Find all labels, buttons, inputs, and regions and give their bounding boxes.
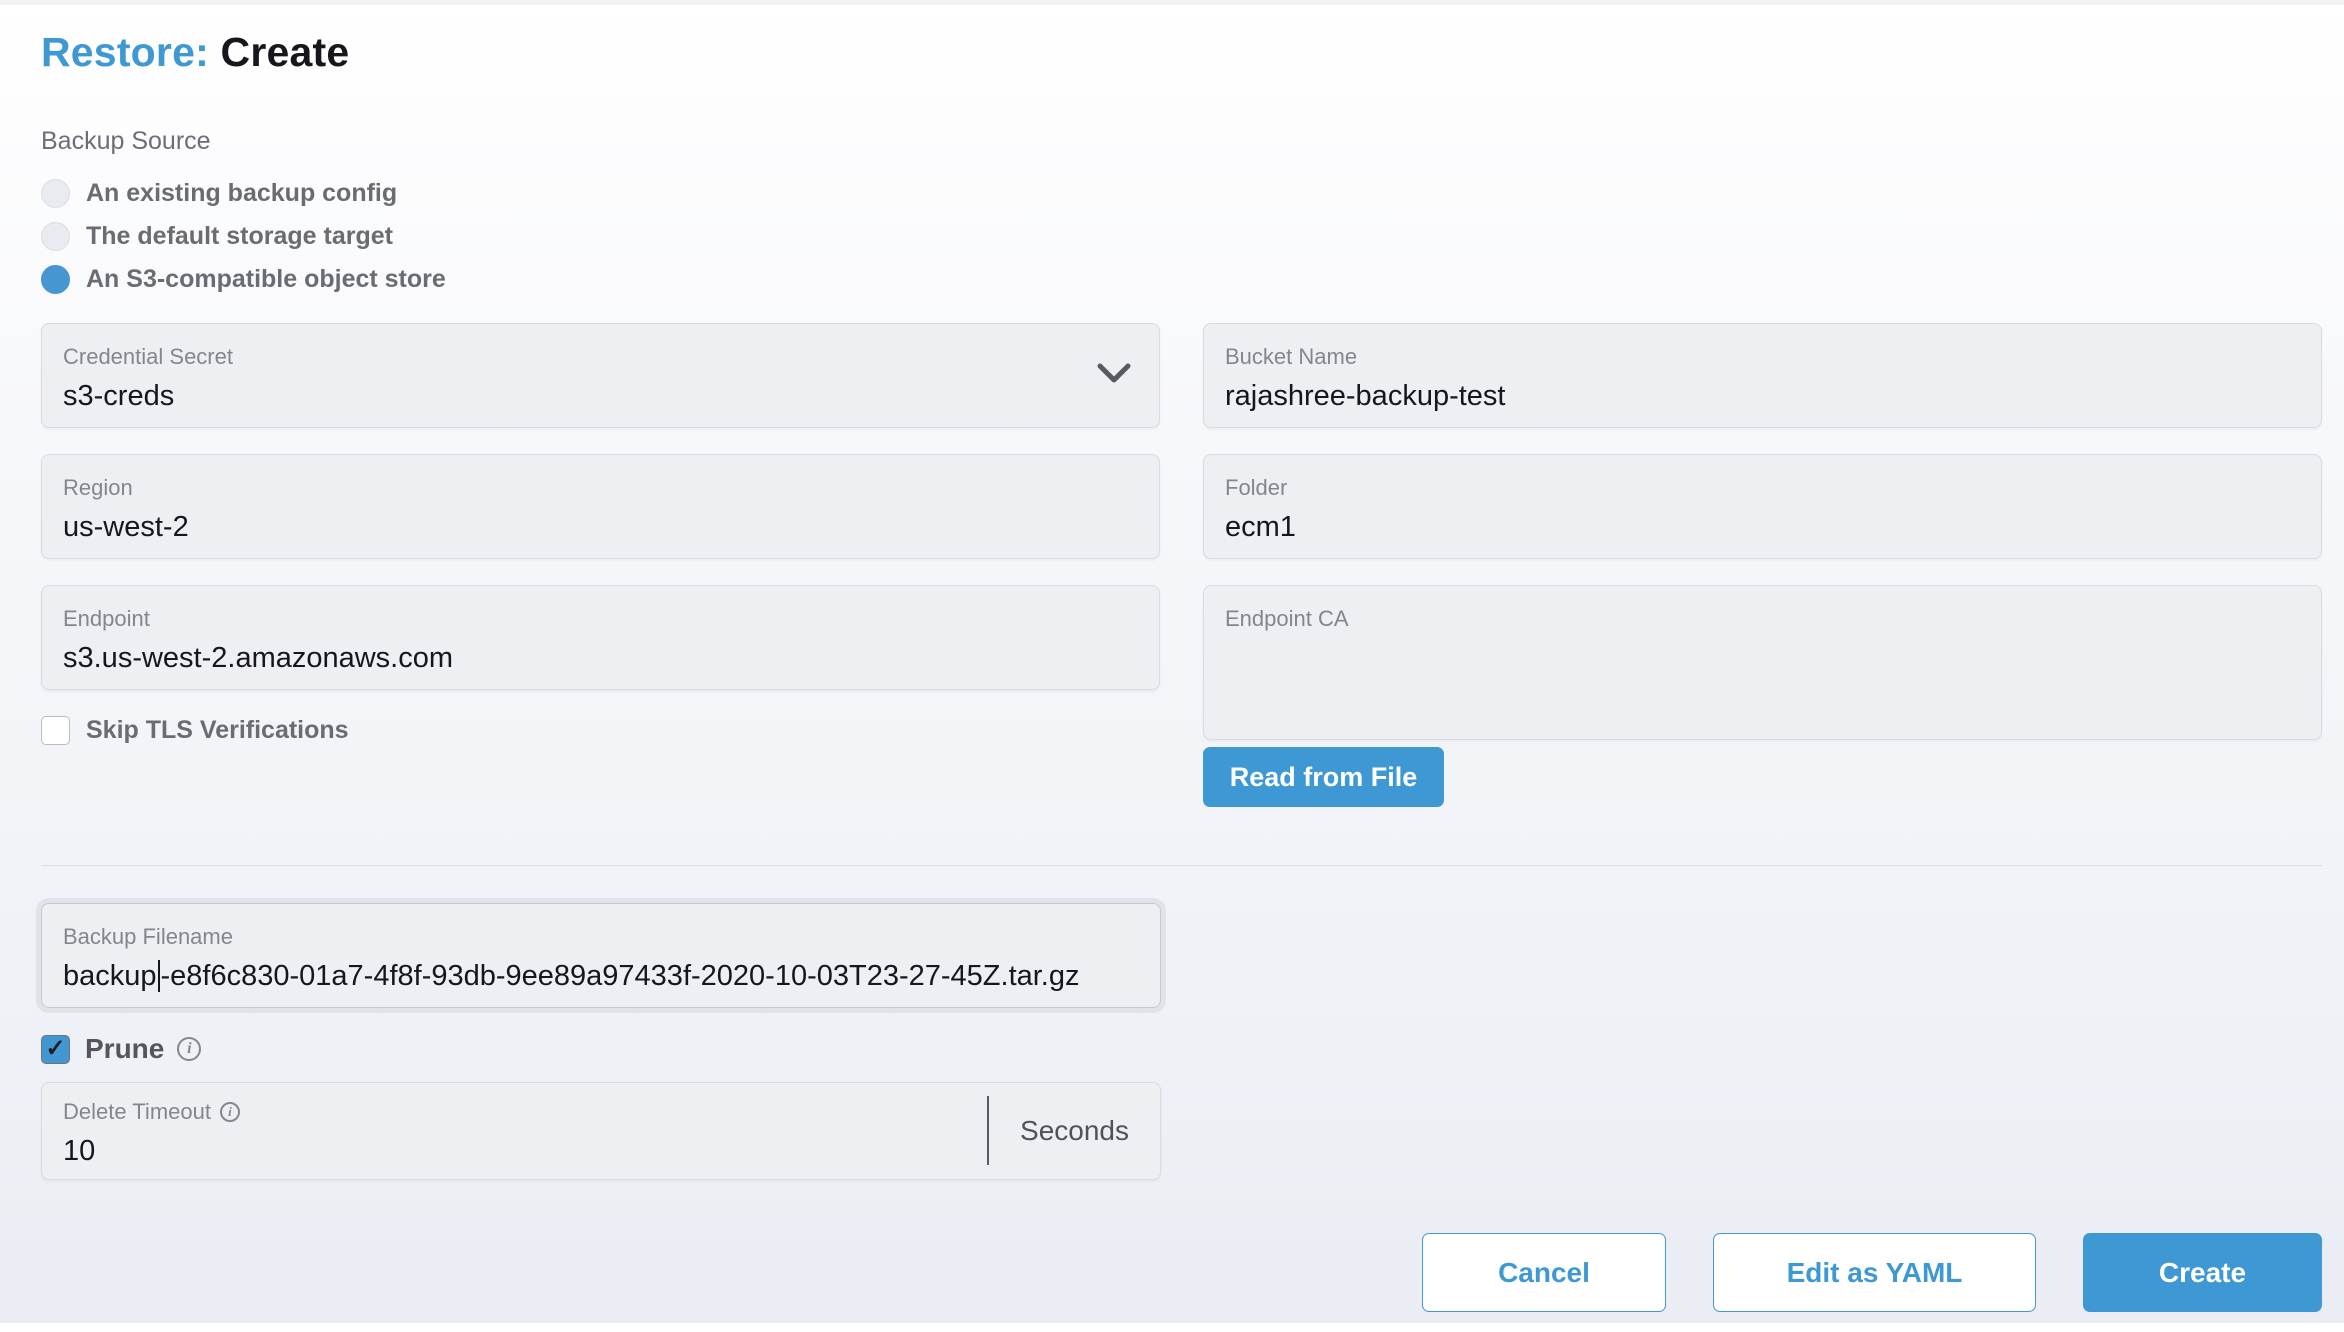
delete-timeout-unit: Seconds bbox=[987, 1096, 1160, 1165]
text-caret bbox=[158, 960, 160, 992]
folder-value: ecm1 bbox=[1225, 510, 2300, 544]
prune-checkbox[interactable]: ✓ bbox=[41, 1035, 70, 1064]
page-title: Restore: Create bbox=[41, 28, 2322, 76]
bottom-edge-strip bbox=[0, 1323, 2344, 1332]
delete-timeout-value: 10 bbox=[63, 1134, 987, 1168]
region-value: us-west-2 bbox=[63, 510, 1138, 544]
delete-timeout-info-icon[interactable]: i bbox=[220, 1102, 240, 1122]
edit-as-yaml-button[interactable]: Edit as YAML bbox=[1713, 1233, 2036, 1312]
skip-tls-checkbox[interactable] bbox=[41, 716, 70, 745]
endpoint-field[interactable]: Endpoint s3.us-west-2.amazonaws.com bbox=[41, 585, 1160, 690]
read-from-file-button[interactable]: Read from File bbox=[1203, 747, 1444, 807]
page-title-mode: Create bbox=[221, 29, 350, 75]
region-label: Region bbox=[63, 475, 1138, 501]
endpoint-ca-field[interactable]: Endpoint CA bbox=[1203, 585, 2322, 740]
bucket-name-label: Bucket Name bbox=[1225, 344, 2300, 370]
filename-after-caret: -e8f6c830-01a7-4f8f-93db-9ee89a97433f-20… bbox=[161, 960, 1080, 992]
prune-label: Prune bbox=[85, 1033, 164, 1065]
create-button[interactable]: Create bbox=[2083, 1233, 2322, 1312]
bucket-name-value: rajashree-backup-test bbox=[1225, 379, 2300, 413]
s3-config-grid: Credential Secret s3-creds Bucket Name r… bbox=[41, 323, 2322, 807]
radio-button-selected-icon[interactable] bbox=[41, 265, 70, 294]
backup-filename-label: Backup Filename bbox=[63, 924, 1139, 950]
radio-button-icon[interactable] bbox=[41, 222, 70, 251]
radio-option-label: An S3-compatible object store bbox=[86, 265, 446, 294]
backup-filename-value: backup-e8f6c830-01a7-4f8f-93db-9ee89a974… bbox=[63, 959, 1139, 993]
credential-secret-label: Credential Secret bbox=[63, 344, 1138, 370]
filename-before-caret: backup bbox=[63, 960, 157, 992]
radio-button-icon[interactable] bbox=[41, 179, 70, 208]
radio-option-existing-backup-config[interactable]: An existing backup config bbox=[41, 172, 2322, 215]
credential-secret-select[interactable]: Credential Secret s3-creds bbox=[41, 323, 1160, 428]
skip-tls-label: Skip TLS Verifications bbox=[86, 716, 349, 745]
radio-option-default-storage-target[interactable]: The default storage target bbox=[41, 215, 2322, 258]
form-actions: Cancel Edit as YAML Create bbox=[41, 1233, 2322, 1312]
restore-create-form: Restore: Create Backup Source An existin… bbox=[0, 0, 2344, 1312]
page-title-resource: Restore: bbox=[41, 29, 209, 75]
radio-option-label: The default storage target bbox=[86, 222, 393, 251]
radio-option-label: An existing backup config bbox=[86, 179, 397, 208]
skip-tls-row[interactable]: Skip TLS Verifications bbox=[41, 716, 1160, 745]
folder-field[interactable]: Folder ecm1 bbox=[1203, 454, 2322, 559]
delete-timeout-label: Delete Timeout bbox=[63, 1099, 211, 1125]
endpoint-cell: Endpoint s3.us-west-2.amazonaws.com Skip… bbox=[41, 585, 1160, 807]
backup-source-label: Backup Source bbox=[41, 126, 2322, 156]
section-divider bbox=[41, 865, 2322, 866]
backup-filename-field[interactable]: Backup Filename backup-e8f6c830-01a7-4f8… bbox=[41, 903, 1161, 1008]
region-field[interactable]: Region us-west-2 bbox=[41, 454, 1160, 559]
prune-info-icon[interactable]: i bbox=[177, 1037, 201, 1061]
delete-timeout-main: Delete Timeout i 10 bbox=[42, 1083, 987, 1179]
radio-option-s3-object-store[interactable]: An S3-compatible object store bbox=[41, 258, 2322, 301]
endpoint-ca-label: Endpoint CA bbox=[1225, 606, 2300, 632]
endpoint-value: s3.us-west-2.amazonaws.com bbox=[63, 641, 1138, 675]
delete-timeout-field[interactable]: Delete Timeout i 10 Seconds bbox=[41, 1082, 1161, 1180]
endpoint-label: Endpoint bbox=[63, 606, 1138, 632]
endpoint-ca-cell: Endpoint CA Read from File bbox=[1203, 585, 2322, 807]
cancel-button[interactable]: Cancel bbox=[1422, 1233, 1666, 1312]
bucket-name-field[interactable]: Bucket Name rajashree-backup-test bbox=[1203, 323, 2322, 428]
backup-source-radio-group: An existing backup config The default st… bbox=[41, 172, 2322, 301]
prune-row[interactable]: ✓ Prune i bbox=[41, 1033, 2322, 1065]
chevron-down-icon[interactable] bbox=[1096, 362, 1132, 390]
credential-secret-value: s3-creds bbox=[63, 379, 1138, 413]
folder-label: Folder bbox=[1225, 475, 2300, 501]
